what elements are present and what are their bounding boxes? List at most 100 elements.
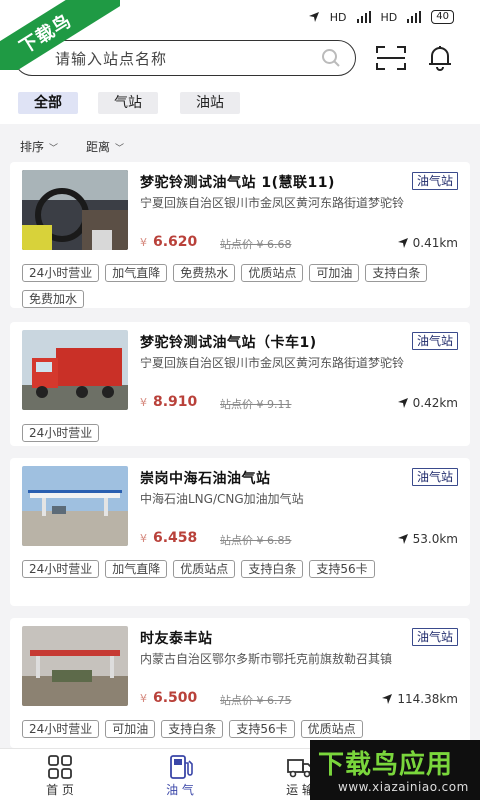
service-tag: 优质站点 [300, 720, 363, 738]
station-distance: 0.41km [397, 236, 458, 250]
station-price: ¥6.458 [140, 530, 197, 546]
watermark-ribbon: 下载鸟 [0, 0, 120, 70]
chevron-down-icon: ﹀ [115, 144, 125, 154]
station-photo [22, 330, 128, 410]
filter-chip-all[interactable]: 全部 [18, 92, 78, 114]
station-distance: 53.0km [397, 532, 458, 546]
nav-home[interactable]: 首 页 [30, 755, 90, 798]
filter-chip-gas[interactable]: 气站 [98, 92, 158, 114]
station-distance: 0.42km [397, 396, 458, 410]
service-tag: 优质站点 [241, 264, 304, 282]
signal-icon [407, 11, 422, 23]
filter-chip-oil[interactable]: 油站 [180, 92, 240, 114]
distance-label: 距离 [86, 140, 111, 154]
currency-symbol: ¥ [140, 396, 147, 409]
distance-dropdown[interactable]: 距离 ﹀ [86, 138, 124, 155]
distance-value: 0.42km [412, 396, 458, 410]
service-tag: 24小时营业 [22, 720, 100, 738]
station-address: 中海石油LNG/CNG加油加气站 [140, 492, 304, 506]
battery-indicator: 40 [431, 10, 454, 24]
service-tag: 支持白条 [161, 720, 224, 738]
chevron-down-icon: ﹀ [49, 144, 59, 154]
watermark-brand-text: 下载鸟应用 [318, 750, 454, 780]
service-tag: 支持白条 [241, 560, 304, 578]
service-tag: 免费加水 [22, 290, 85, 308]
station-name: 梦驼铃测试油气站 1(慧联11) [140, 175, 335, 191]
price-value: 6.458 [153, 530, 198, 546]
station-card[interactable]: 时友泰丰站 油气站 内蒙古自治区鄂尔多斯市鄂托克前旗敖勒召其镇 ¥6.500 站… [10, 618, 470, 748]
currency-symbol: ¥ [140, 236, 147, 249]
station-list-price: 站点价 ¥ 6.85 [220, 534, 292, 547]
service-tag: 优质站点 [173, 560, 236, 578]
station-address: 宁夏回族自治区银川市金凤区黄河东路街道梦驼铃 [140, 356, 405, 370]
distance-value: 114.38km [397, 692, 458, 706]
navigation-arrow-icon [382, 694, 393, 704]
station-name: 崇岗中海石油油气站 [140, 471, 271, 487]
home-grid-icon [48, 755, 72, 779]
filter-bar: 全部 气站 油站 [0, 82, 480, 124]
station-card[interactable]: 梦驼铃测试油气站（卡车1) 油气站 宁夏回族自治区银川市金凤区黄河东路街道梦驼铃… [10, 322, 470, 446]
sort-label: 排序 [20, 140, 45, 154]
station-card[interactable]: 梦驼铃测试油气站 1(慧联11) 油气站 宁夏回族自治区银川市金凤区黄河东路街道… [10, 162, 470, 308]
station-tags: 24小时营业 加气直降 优质站点 支持白条 支持56卡 [22, 558, 462, 584]
currency-symbol: ¥ [140, 532, 147, 545]
scan-icon[interactable] [376, 46, 406, 70]
navigation-arrow-icon [397, 534, 408, 544]
service-tag: 24小时营业 [22, 560, 100, 578]
distance-value: 0.41km [412, 236, 458, 250]
price-value: 8.910 [153, 394, 198, 410]
station-price: ¥6.500 [140, 690, 197, 706]
station-distance: 114.38km [381, 692, 458, 706]
station-price: ¥8.910 [140, 394, 197, 410]
service-tag: 免费热水 [173, 264, 236, 282]
service-tag: 24小时营业 [22, 424, 100, 442]
service-tag: 可加油 [105, 720, 156, 738]
network-label: HD [329, 10, 347, 24]
service-tag: 支持白条 [365, 264, 428, 282]
fuel-pump-icon [170, 755, 193, 779]
service-tag: 可加油 [309, 264, 360, 282]
station-photo [22, 626, 128, 706]
sort-dropdown[interactable]: 排序 ﹀ [20, 138, 58, 155]
station-type-badge: 油气站 [411, 332, 458, 350]
distance-value: 53.0km [412, 532, 458, 546]
station-photo [22, 170, 128, 250]
station-name: 时友泰丰站 [140, 631, 213, 647]
currency-symbol: ¥ [140, 692, 147, 705]
price-value: 6.500 [153, 690, 198, 706]
station-address: 内蒙古自治区鄂尔多斯市鄂托克前旗敖勒召其镇 [140, 652, 393, 666]
navigation-arrow-icon [397, 238, 408, 248]
navigation-arrow-icon [397, 398, 408, 408]
sort-bar: 排序 ﹀ 距离 ﹀ [0, 124, 480, 160]
station-name: 梦驼铃测试油气站（卡车1) [140, 335, 317, 351]
search-icon[interactable] [321, 48, 341, 68]
network-label: HD [380, 10, 398, 24]
nav-label: 油 气 [166, 783, 194, 797]
station-type-badge: 油气站 [411, 172, 458, 190]
station-list-price: 站点价 ¥ 9.11 [220, 398, 292, 411]
station-tags: 24小时营业 加气直降 免费热水 优质站点 可加油 支持白条免费加水 [22, 262, 462, 314]
station-list-price: 站点价 ¥ 6.75 [220, 694, 292, 707]
service-tag: 支持56卡 [309, 560, 375, 578]
price-value: 6.620 [153, 234, 198, 250]
status-icons: HD HD 40 [308, 10, 454, 24]
service-tag: 24小时营业 [22, 264, 100, 282]
station-price: ¥6.620 [140, 234, 197, 250]
watermark-brand: 下载鸟应用 www.xiazainiao.com [310, 740, 480, 800]
bell-icon[interactable] [426, 44, 454, 72]
station-tags: 24小时营业 [22, 422, 462, 448]
nav-fuel[interactable]: 油 气 [150, 755, 210, 798]
watermark-corner: 下载鸟 [0, 0, 120, 70]
watermark-url: www.xiazainiao.com [338, 780, 469, 794]
station-type-badge: 油气站 [411, 468, 458, 486]
station-list-price: 站点价 ¥ 6.68 [220, 238, 292, 251]
service-tag: 支持56卡 [229, 720, 295, 738]
station-type-badge: 油气站 [411, 628, 458, 646]
station-photo [22, 466, 128, 546]
nav-label: 首 页 [46, 783, 74, 797]
station-address: 宁夏回族自治区银川市金凤区黄河东路街道梦驼铃 [140, 196, 405, 210]
service-tag: 加气直降 [105, 264, 168, 282]
signal-icon [356, 11, 371, 23]
location-arrow-icon [308, 12, 319, 22]
station-card[interactable]: 崇岗中海石油油气站 油气站 中海石油LNG/CNG加油加气站 ¥6.458 站点… [10, 458, 470, 606]
